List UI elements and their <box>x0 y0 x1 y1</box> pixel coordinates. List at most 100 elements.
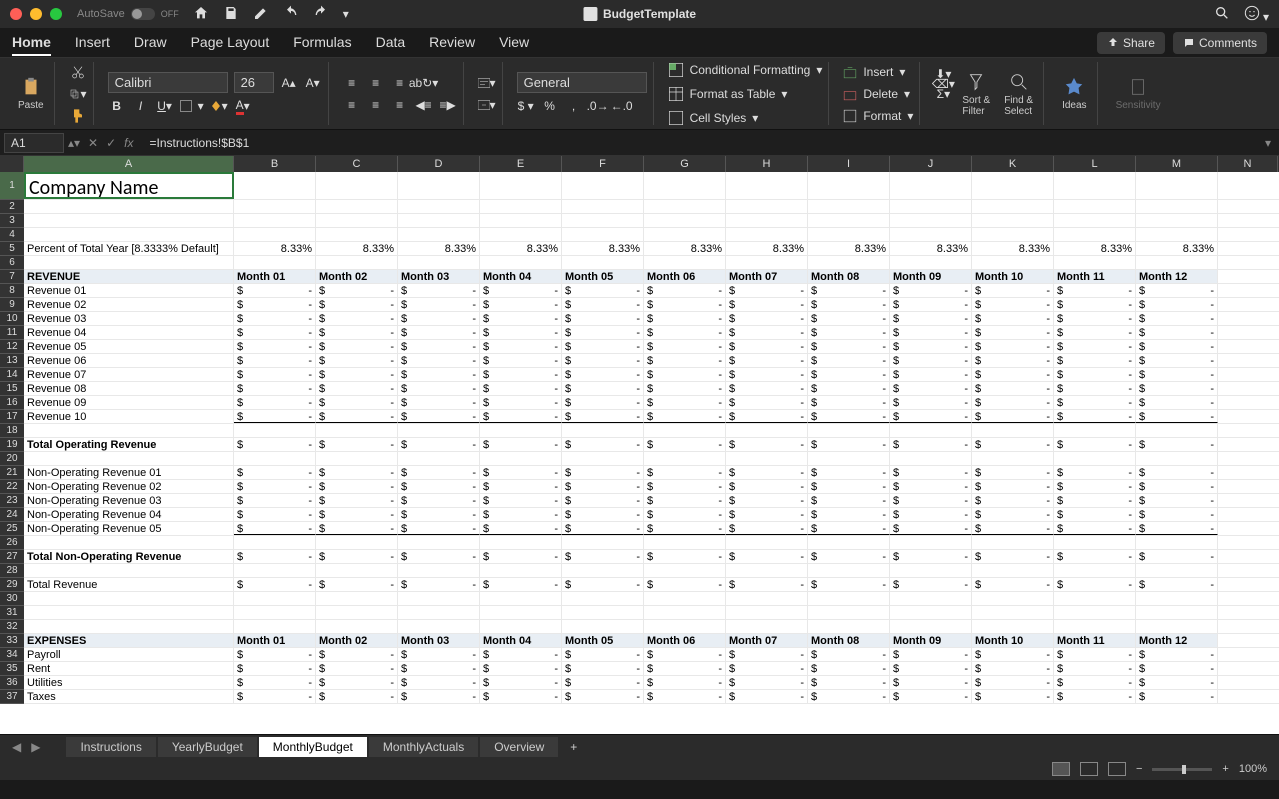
cell[interactable]: EXPENSES <box>24 634 234 647</box>
cell[interactable]: $- <box>316 466 398 479</box>
cell[interactable]: $- <box>972 410 1054 423</box>
cell[interactable]: $- <box>972 284 1054 297</box>
increase-decimal-icon[interactable]: .0→ <box>589 97 607 115</box>
cell[interactable]: $- <box>890 690 972 703</box>
cell[interactable]: $- <box>234 578 316 591</box>
cell[interactable] <box>1136 536 1218 549</box>
cell[interactable]: $- <box>726 298 808 311</box>
cell[interactable]: Month 04 <box>480 270 562 283</box>
cell[interactable]: $- <box>1136 298 1218 311</box>
cell[interactable] <box>480 620 562 633</box>
cell[interactable]: $- <box>234 690 316 703</box>
cell[interactable]: $- <box>316 298 398 311</box>
cell[interactable]: 8.33% <box>234 242 316 255</box>
cell[interactable]: $- <box>808 410 890 423</box>
cell[interactable]: $- <box>644 550 726 563</box>
column-header[interactable]: M <box>1136 156 1218 172</box>
cell[interactable]: $- <box>972 312 1054 325</box>
sheet-tab[interactable]: MonthlyBudget <box>259 737 367 757</box>
cell[interactable]: $- <box>890 368 972 381</box>
cell[interactable]: $- <box>234 382 316 395</box>
cell[interactable]: Month 07 <box>726 270 808 283</box>
cell[interactable]: $- <box>1136 410 1218 423</box>
cell[interactable] <box>316 228 398 241</box>
cell[interactable]: $- <box>234 368 316 381</box>
column-header[interactable]: A <box>24 156 234 172</box>
table-row[interactable]: REVENUEMonth 01Month 02Month 03Month 04M… <box>24 270 1279 284</box>
cell[interactable] <box>808 214 890 227</box>
table-row[interactable]: Revenue 04$-$-$-$-$-$-$-$-$-$-$-$- <box>24 326 1279 340</box>
cell[interactable]: $- <box>972 550 1054 563</box>
table-row[interactable] <box>24 424 1279 438</box>
column-header[interactable]: F <box>562 156 644 172</box>
cell[interactable] <box>234 256 316 269</box>
cell[interactable] <box>480 452 562 465</box>
cell[interactable] <box>1136 592 1218 605</box>
cell[interactable]: $- <box>562 382 644 395</box>
cell[interactable]: $- <box>1054 298 1136 311</box>
cell[interactable]: $- <box>644 326 726 339</box>
cell[interactable] <box>398 256 480 269</box>
conditional-formatting-button[interactable]: Conditional Formatting ▾ <box>668 60 823 80</box>
cell[interactable] <box>726 564 808 577</box>
cell[interactable]: $- <box>562 522 644 535</box>
cell[interactable]: $- <box>972 578 1054 591</box>
cell[interactable] <box>808 564 890 577</box>
cell[interactable]: $- <box>972 368 1054 381</box>
cell[interactable] <box>972 536 1054 549</box>
cell[interactable]: $- <box>316 690 398 703</box>
cell[interactable]: $- <box>562 326 644 339</box>
cell[interactable]: $- <box>644 480 726 493</box>
cell[interactable]: $- <box>1136 508 1218 521</box>
find-select-button[interactable]: Find & Select <box>1000 69 1037 119</box>
cell[interactable]: $- <box>972 326 1054 339</box>
cell[interactable]: $- <box>562 438 644 451</box>
cell[interactable] <box>808 620 890 633</box>
cell[interactable] <box>644 452 726 465</box>
cell[interactable]: $- <box>234 550 316 563</box>
cell[interactable] <box>972 564 1054 577</box>
cell[interactable] <box>234 214 316 227</box>
table-row[interactable] <box>24 228 1279 242</box>
cell[interactable]: $- <box>1136 648 1218 661</box>
align-top-icon[interactable]: ≡ <box>343 74 361 92</box>
cell[interactable]: $- <box>644 284 726 297</box>
cell[interactable]: $- <box>1054 354 1136 367</box>
cell[interactable]: $- <box>234 508 316 521</box>
cell[interactable]: $- <box>316 410 398 423</box>
cell[interactable] <box>808 200 890 213</box>
cell[interactable]: $- <box>398 522 480 535</box>
cell[interactable]: $- <box>726 522 808 535</box>
maximize-window[interactable] <box>50 8 62 20</box>
cell[interactable] <box>1136 620 1218 633</box>
format-painter-icon[interactable] <box>69 107 87 125</box>
cell[interactable]: $- <box>398 662 480 675</box>
row-header[interactable]: 16 <box>0 396 24 410</box>
cell[interactable]: $- <box>316 396 398 409</box>
cell[interactable]: 8.33% <box>480 242 562 255</box>
qat-dropdown-icon[interactable]: ▾ <box>343 7 349 21</box>
cell[interactable]: $- <box>234 410 316 423</box>
cell[interactable]: $- <box>726 690 808 703</box>
cell[interactable] <box>316 592 398 605</box>
cell[interactable] <box>562 564 644 577</box>
table-row[interactable] <box>24 536 1279 550</box>
cell[interactable]: Revenue 01 <box>24 284 234 297</box>
cell[interactable]: $- <box>1136 284 1218 297</box>
ribbon-tab-home[interactable]: Home <box>12 30 51 56</box>
row-header[interactable]: 17 <box>0 410 24 424</box>
table-row[interactable]: Non-Operating Revenue 03$-$-$-$-$-$-$-$-… <box>24 494 1279 508</box>
cell[interactable]: $- <box>480 298 562 311</box>
align-right-icon[interactable]: ≡ <box>391 96 409 114</box>
table-row[interactable]: Non-Operating Revenue 04$-$-$-$-$-$-$-$-… <box>24 508 1279 522</box>
cell[interactable]: 8.33% <box>644 242 726 255</box>
cell[interactable]: $- <box>644 508 726 521</box>
column-header[interactable]: E <box>480 156 562 172</box>
cell[interactable]: $- <box>1054 522 1136 535</box>
cell[interactable] <box>562 424 644 437</box>
cell[interactable]: $- <box>890 648 972 661</box>
cell[interactable]: $- <box>562 648 644 661</box>
align-left-icon[interactable]: ≡ <box>343 96 361 114</box>
cell[interactable]: $- <box>316 284 398 297</box>
comma-icon[interactable]: , <box>565 97 583 115</box>
